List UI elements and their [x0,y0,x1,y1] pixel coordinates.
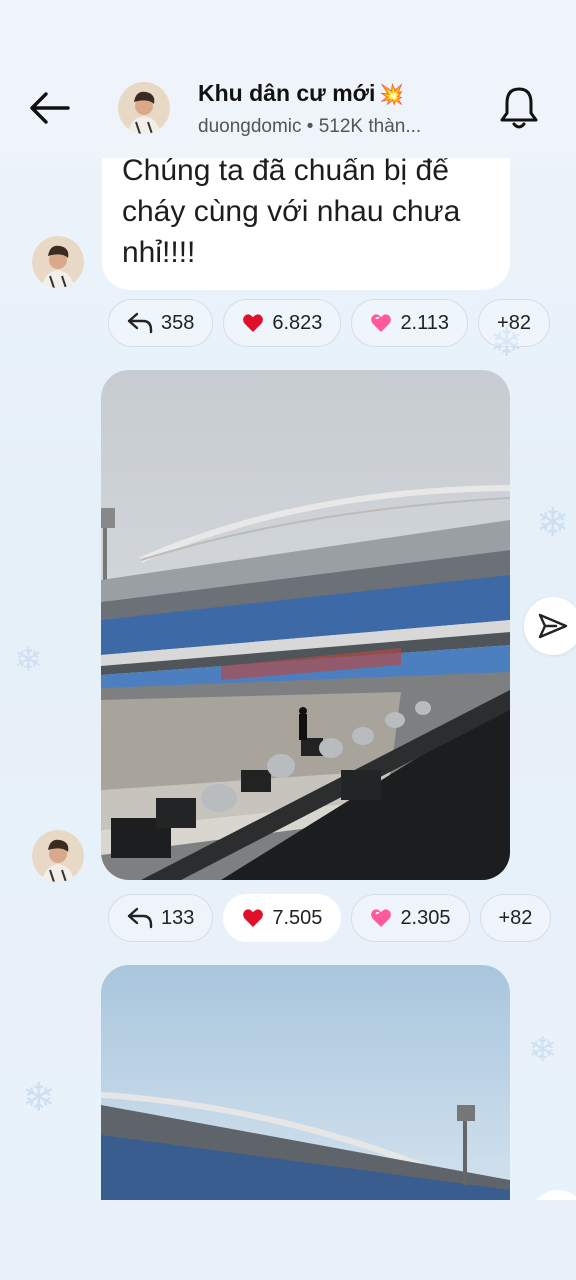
collision-emoji: 💥 [379,82,405,106]
pink-heart-icon [370,313,392,333]
more-reactions-label: +82 [498,906,533,929]
arrow-left-icon [30,92,70,124]
channel-name: Khu dân cư mới [198,80,376,106]
channel-title[interactable]: Khu dân cư mới 💥 [198,80,404,107]
reaction-bar: 358 6.823 2.113 +82 [108,299,550,349]
stadium-photo[interactable] [101,370,510,880]
reaction-pink-heart[interactable]: 2.305 [351,894,470,942]
red-heart-icon [242,908,264,928]
red-heart-count: 7.505 [272,906,323,929]
more-reactions-label: +82 [497,311,531,334]
more-reactions-button[interactable]: +82 [478,299,550,347]
reply-count-button[interactable]: 358 [108,299,214,347]
pink-heart-count: 2.305 [400,906,451,929]
snowflake-icon: ❄ [22,1075,56,1121]
reaction-red-heart[interactable]: 7.505 [223,894,342,942]
pink-heart-count: 2.113 [400,311,450,334]
stadium-photo[interactable] [101,965,510,1200]
reply-count-button[interactable]: 133 [108,894,214,942]
notification-button[interactable] [496,84,542,132]
more-reactions-button[interactable]: +82 [479,894,552,942]
reply-icon [127,907,153,929]
bell-icon [500,87,538,129]
red-heart-icon [242,313,264,333]
reply-count: 358 [161,311,195,334]
reply-count: 133 [161,906,195,929]
snowflake-icon: ❄ [14,640,43,680]
reaction-pink-heart[interactable]: 2.113 [351,299,469,347]
share-button[interactable] [524,597,576,655]
red-heart-count: 6.823 [272,311,323,334]
channel-avatar[interactable] [118,82,170,134]
send-icon [538,613,568,639]
reaction-red-heart[interactable]: 6.823 [223,299,342,347]
channel-subtitle: duongdomic • 512K thàn... [198,116,422,137]
message-text: Chúng ta đã chuẩn bị để cháy cùng với nh… [122,154,461,269]
back-button[interactable] [26,86,74,130]
reaction-bar: 133 7.505 2.305 +82 [108,894,552,944]
snowflake-icon: ❄ [528,1030,557,1070]
pink-heart-icon [370,908,392,928]
snowflake-icon: ❄ [536,500,570,546]
bottom-area [0,1200,576,1280]
avatar[interactable] [32,236,84,288]
avatar[interactable] [32,830,84,882]
chat-header: Khu dân cư mới 💥 duongdomic • 512K thàn..… [0,0,576,158]
reply-icon [127,312,153,334]
